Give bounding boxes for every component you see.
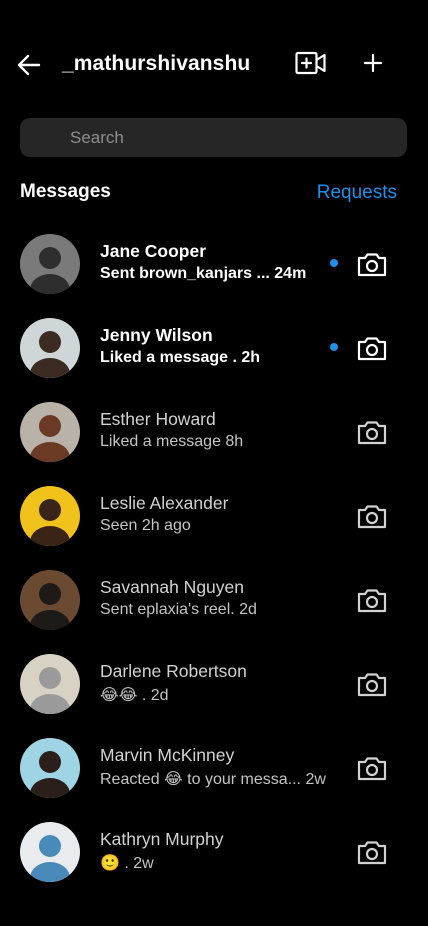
contact-name: Darlene Robertson (100, 661, 247, 681)
conversation-row[interactable]: Marvin McKinney Reacted 😂 to your messa..… (0, 726, 428, 810)
avatar[interactable] (20, 822, 80, 882)
search-bar (20, 118, 407, 157)
message-preview: Sent brown_kanjars ... 24m (100, 265, 307, 282)
avatar[interactable] (20, 318, 80, 378)
contact-name: Jane Cooper (100, 241, 206, 261)
account-username[interactable]: _mathurshivanshu (62, 52, 250, 76)
avatar[interactable] (20, 654, 80, 714)
camera-icon[interactable] (356, 670, 388, 698)
avatar[interactable] (20, 486, 80, 546)
message-preview: 😂😂 . 2d (100, 687, 169, 704)
camera-icon[interactable] (356, 586, 388, 614)
camera-icon[interactable] (356, 250, 388, 278)
requests-link[interactable]: Requests (317, 182, 397, 204)
message-preview: 🙂 . 2w (100, 855, 154, 872)
camera-icon[interactable] (356, 838, 388, 866)
arrow-left-icon[interactable] (16, 52, 42, 78)
unread-dot (330, 259, 338, 267)
plus-icon[interactable] (362, 52, 384, 74)
contact-name: Savannah Nguyen (100, 577, 244, 597)
contact-name: Kathryn Murphy (100, 829, 224, 849)
contact-name: Leslie Alexander (100, 493, 229, 513)
conversation-row[interactable]: Darlene Robertson 😂😂 . 2d (0, 642, 428, 726)
avatar[interactable] (20, 402, 80, 462)
message-preview: Sent eplaxia's reel. 2d (100, 601, 257, 618)
conversation-row[interactable]: Leslie Alexander Seen 2h ago (0, 474, 428, 558)
conversation-row[interactable]: Savannah Nguyen Sent eplaxia's reel. 2d (0, 558, 428, 642)
video-plus-icon[interactable] (295, 51, 327, 75)
contact-name: Marvin McKinney (100, 745, 235, 765)
camera-icon[interactable] (356, 502, 388, 530)
conversation-row[interactable]: Jenny Wilson Liked a message . 2h (0, 306, 428, 390)
camera-icon[interactable] (356, 418, 388, 446)
unread-dot (330, 343, 338, 351)
contact-name: Jenny Wilson (100, 325, 213, 345)
camera-icon[interactable] (356, 334, 388, 362)
conversation-row[interactable]: Jane Cooper Sent brown_kanjars ... 24m (0, 222, 428, 306)
message-preview: Reacted 😂 to your messa... 2w (100, 771, 326, 788)
message-preview: Liked a message 8h (100, 433, 244, 450)
camera-icon[interactable] (356, 754, 388, 782)
conversation-row[interactable]: Kathryn Murphy 🙂 . 2w (0, 810, 428, 894)
avatar[interactable] (20, 738, 80, 798)
top-bar: _mathurshivanshu (0, 0, 428, 130)
messages-heading: Messages (20, 181, 111, 202)
contact-name: Esther Howard (100, 409, 216, 429)
avatar[interactable] (20, 570, 80, 630)
message-preview: Liked a message . 2h (100, 349, 261, 366)
search-input[interactable] (70, 118, 390, 157)
message-preview: Seen 2h ago (100, 517, 191, 534)
avatar[interactable] (20, 234, 80, 294)
conversation-row[interactable]: Esther Howard Liked a message 8h (0, 390, 428, 474)
